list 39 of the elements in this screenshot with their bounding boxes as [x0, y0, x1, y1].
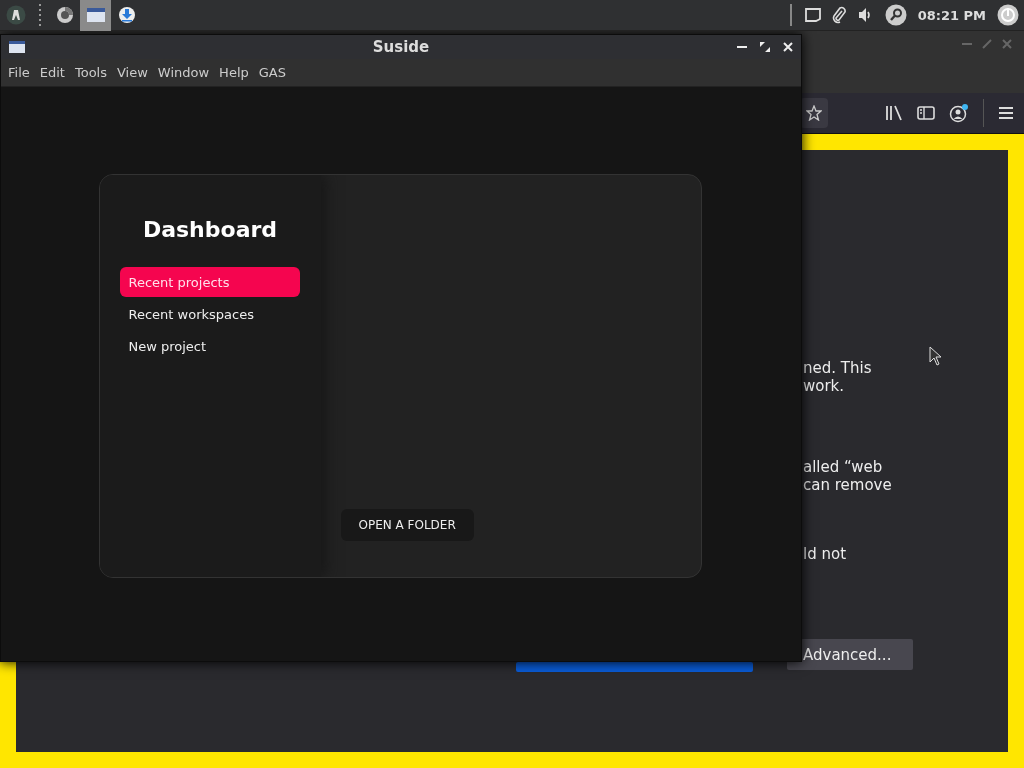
nav-item[interactable]: Recent projects — [119, 267, 300, 297]
nav-item[interactable]: New project — [119, 331, 300, 361]
window-task-button[interactable] — [80, 0, 111, 31]
maximize-icon[interactable] — [759, 41, 771, 53]
menu-item[interactable]: File — [3, 62, 35, 83]
app-menu-icon[interactable] — [5, 5, 26, 25]
nav-item[interactable]: Recent workspaces — [119, 299, 300, 329]
warning-text: ld not — [803, 545, 847, 563]
menu-item[interactable]: GAS — [253, 62, 291, 83]
menu-item[interactable]: Help — [214, 62, 254, 83]
mouse-pointer-icon — [929, 346, 942, 366]
menu-item[interactable]: Edit — [34, 62, 70, 83]
warning-text: ned. This — [803, 359, 872, 377]
warning-text: work. — [803, 377, 845, 395]
download-icon[interactable] — [117, 6, 136, 24]
power-icon[interactable] — [997, 4, 1019, 26]
menu-item[interactable]: Window — [152, 62, 215, 83]
account-icon[interactable] — [949, 103, 969, 123]
browser-icon[interactable] — [55, 6, 74, 24]
close-icon[interactable] — [783, 42, 793, 52]
window-title: Suside — [372, 38, 430, 56]
warning-text: can remove — [803, 476, 892, 494]
advanced-button[interactable]: Advanced... — [787, 639, 914, 670]
window-icon — [9, 41, 25, 53]
menu-item[interactable]: Tools — [69, 62, 112, 83]
paperclip-icon[interactable] — [830, 6, 847, 24]
menu-item[interactable]: View — [112, 62, 153, 83]
open-folder-button[interactable]: OPEN A FOLDER — [340, 509, 474, 541]
menu-icon[interactable] — [998, 106, 1014, 120]
display-icon[interactable] — [804, 8, 821, 22]
library-icon[interactable] — [885, 105, 903, 121]
dashboard-title: Dashboard — [141, 217, 279, 242]
clock[interactable]: 08:21 PM — [917, 7, 986, 23]
search-icon[interactable] — [884, 4, 907, 26]
bookmark-star-button[interactable] — [800, 98, 828, 128]
warning-text: alled “web — [803, 458, 883, 476]
star-icon — [806, 105, 822, 121]
sidebar-icon[interactable] — [917, 105, 935, 121]
window-icon — [86, 8, 105, 22]
